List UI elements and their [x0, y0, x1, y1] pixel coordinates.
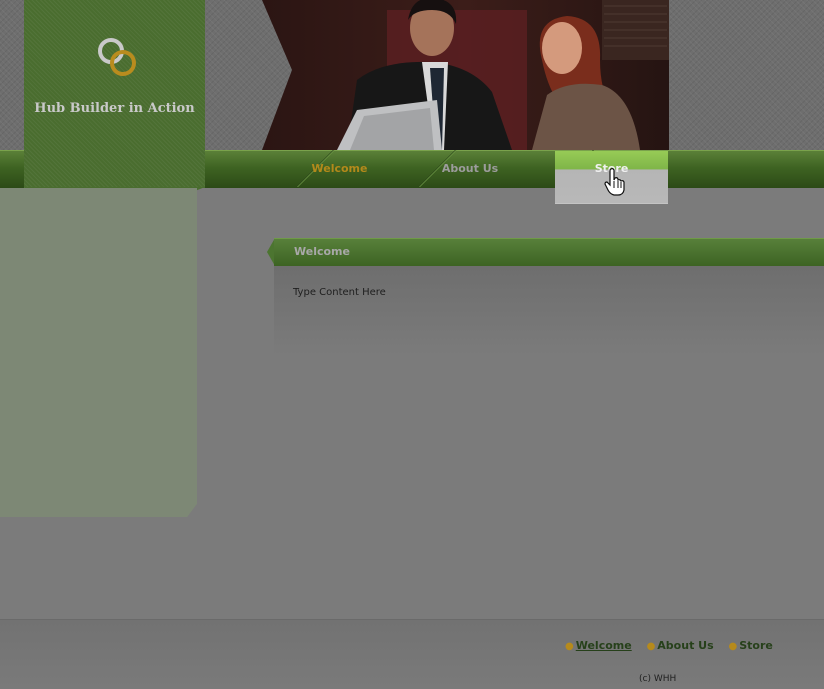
brand-panel: [24, 0, 205, 188]
sidebar-panel: [0, 188, 197, 517]
footer-links: ● Welcome ● About Us ● Store: [565, 639, 784, 652]
footer-link-label: About Us: [657, 639, 714, 652]
footer-link-label: Store: [739, 639, 773, 652]
footer-link-welcome[interactable]: ● Welcome: [565, 639, 632, 652]
content-title: Welcome: [294, 245, 350, 258]
content-header: [274, 238, 824, 267]
nav-item-about-us[interactable]: About Us: [420, 151, 520, 187]
content-body-text: Type Content Here: [293, 287, 386, 298]
bullet-icon: ●: [565, 641, 574, 652]
interlocking-rings-icon[interactable]: [96, 37, 140, 79]
bullet-icon: ●: [646, 641, 656, 652]
copyright: (c) WHH: [639, 674, 677, 684]
footer: [0, 619, 824, 689]
brand-title[interactable]: Hub Builder in Action: [24, 101, 205, 116]
footer-link-about-us[interactable]: ● About Us: [647, 639, 714, 652]
footer-link-store[interactable]: ● Store: [728, 639, 772, 652]
hand-pointer-icon: [604, 168, 625, 196]
hero-photo: [262, 0, 669, 150]
bullet-icon: ●: [728, 641, 738, 652]
footer-link-label: Welcome: [575, 639, 632, 652]
nav-item-welcome[interactable]: Welcome: [292, 151, 387, 187]
content-panel: [274, 266, 824, 356]
